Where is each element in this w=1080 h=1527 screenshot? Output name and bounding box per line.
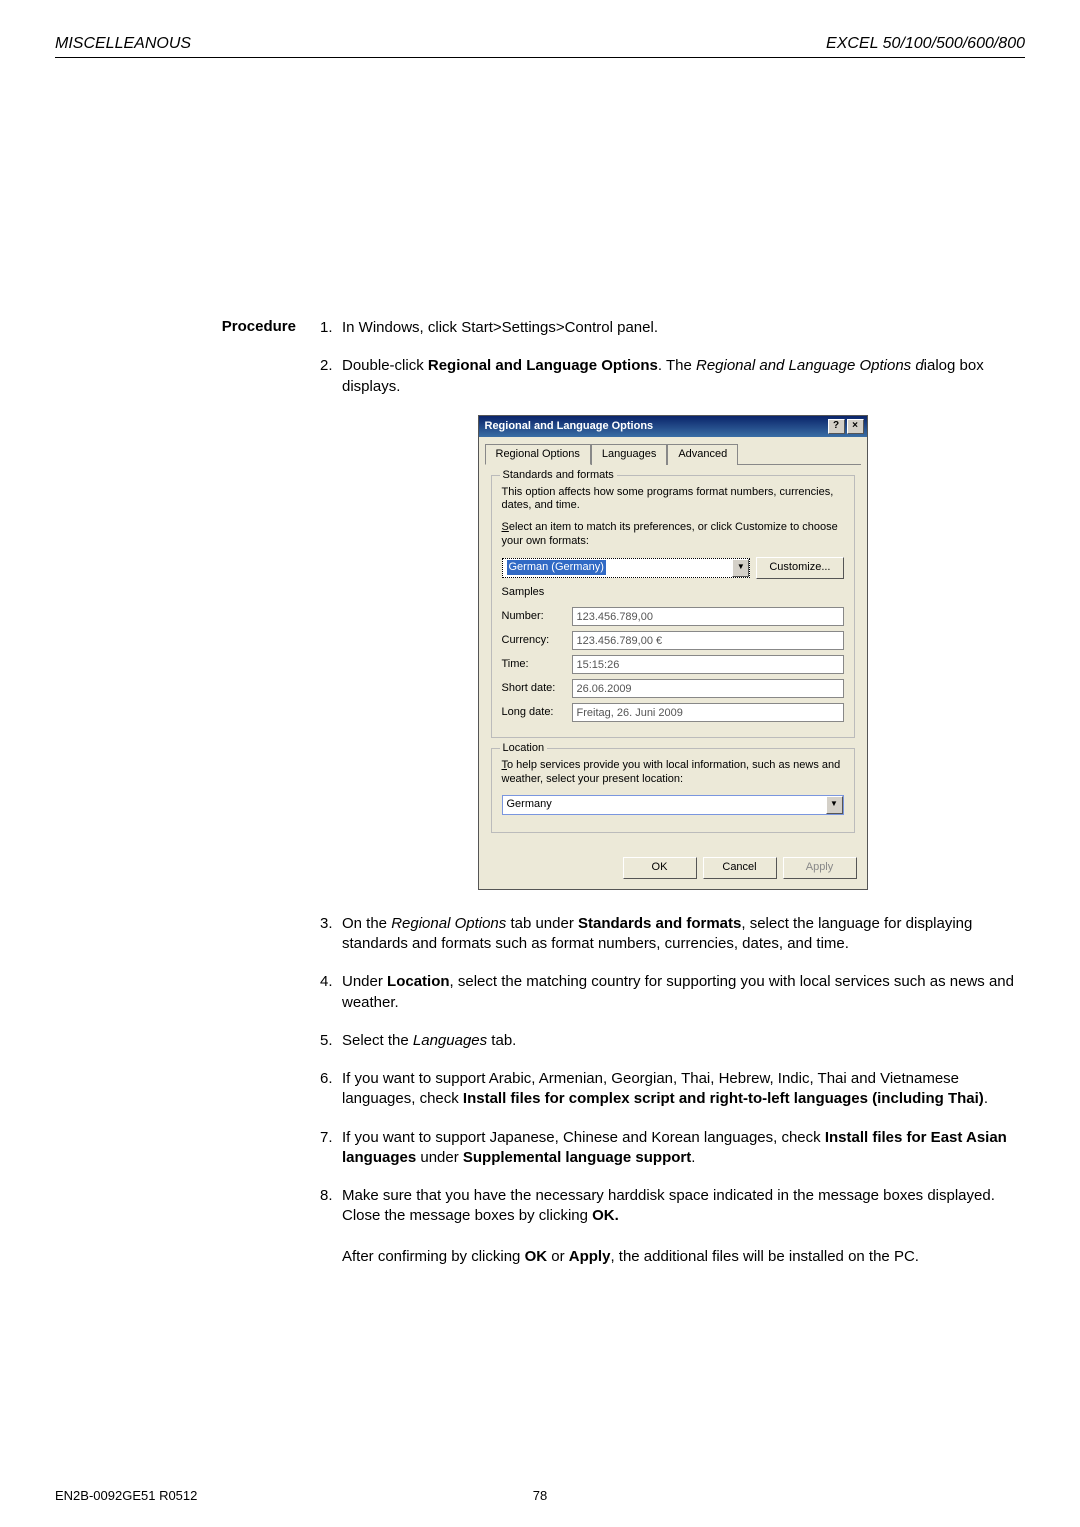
step-5-text: Select the Languages tab. bbox=[342, 1031, 1025, 1051]
tab-languages[interactable]: Languages bbox=[591, 444, 667, 465]
location-text: To help services provide you with local … bbox=[502, 759, 844, 787]
tab-advanced[interactable]: Advanced bbox=[667, 444, 738, 465]
tab-strip: Regional Options Languages Advanced bbox=[485, 443, 861, 465]
sample-shortdate: Short date: 26.06.2009 bbox=[502, 679, 844, 698]
samples-section: Number: 123.456.789,00 Currency: 123.456… bbox=[502, 607, 844, 722]
step-7: 7. If you want to support Japanese, Chin… bbox=[320, 1128, 1025, 1169]
regional-options-dialog: Regional and Language Options ? × Region… bbox=[478, 415, 868, 890]
samples-label: Samples bbox=[502, 586, 844, 600]
step-1-text: In Windows, click Start>Settings>Control… bbox=[342, 318, 1025, 338]
step-7-text: If you want to support Japanese, Chinese… bbox=[342, 1128, 1025, 1169]
dialog-title: Regional and Language Options bbox=[485, 419, 654, 434]
header-left: MISCELLEANOUS bbox=[55, 35, 191, 53]
sample-currency: Currency: 123.456.789,00 € bbox=[502, 631, 844, 650]
step-5: 5. Select the Languages tab. bbox=[320, 1031, 1025, 1051]
cancel-button[interactable]: Cancel bbox=[703, 857, 777, 879]
standards-formats-text2: Select an item to match its preferences,… bbox=[502, 521, 844, 549]
location-legend: Location bbox=[500, 741, 548, 756]
standards-formats-group: Standards and formats This option affect… bbox=[491, 475, 855, 739]
step-2: 2. Double-click Regional and Language Op… bbox=[320, 356, 1025, 397]
apply-button[interactable]: Apply bbox=[783, 857, 857, 879]
location-select[interactable]: Germany ▼ bbox=[502, 795, 844, 815]
ok-button[interactable]: OK bbox=[623, 857, 697, 879]
chevron-down-icon[interactable]: ▼ bbox=[732, 559, 749, 577]
step-2-text: Double-click Regional and Language Optio… bbox=[342, 356, 1025, 397]
step-3-text: On the Regional Options tab under Standa… bbox=[342, 914, 1025, 955]
chevron-down-icon[interactable]: ▼ bbox=[826, 796, 843, 814]
help-button[interactable]: ? bbox=[828, 419, 845, 434]
tab-regional-options[interactable]: Regional Options bbox=[485, 444, 591, 465]
footer-pagenum: 78 bbox=[533, 1488, 547, 1503]
format-select-value: German (Germany) bbox=[507, 560, 606, 575]
sample-time: Time: 15:15:26 bbox=[502, 655, 844, 674]
step-4: 4. Under Location, select the matching c… bbox=[320, 972, 1025, 1013]
format-select[interactable]: German (Germany) ▼ bbox=[502, 558, 751, 578]
step-4-text: Under Location, select the matching coun… bbox=[342, 972, 1025, 1013]
sample-longdate: Long date: Freitag, 26. Juni 2009 bbox=[502, 703, 844, 722]
step-6: 6. If you want to support Arabic, Armeni… bbox=[320, 1069, 1025, 1110]
step-8-text: Make sure that you have the necessary ha… bbox=[342, 1186, 1025, 1267]
step-8: 8. Make sure that you have the necessary… bbox=[320, 1186, 1025, 1267]
header-right: EXCEL 50/100/500/600/800 bbox=[826, 35, 1025, 53]
close-button[interactable]: × bbox=[847, 419, 864, 434]
customize-button[interactable]: Customize... bbox=[756, 557, 843, 579]
dialog-button-row: OK Cancel Apply bbox=[479, 849, 867, 889]
location-group: Location To help services provide you wi… bbox=[491, 748, 855, 833]
standards-formats-legend: Standards and formats bbox=[500, 468, 617, 483]
procedure-heading: Procedure bbox=[222, 318, 296, 335]
step-1: 1. In Windows, click Start>Settings>Cont… bbox=[320, 318, 1025, 338]
sample-number: Number: 123.456.789,00 bbox=[502, 607, 844, 626]
step-6-text: If you want to support Arabic, Armenian,… bbox=[342, 1069, 1025, 1110]
step-3: 3. On the Regional Options tab under Sta… bbox=[320, 914, 1025, 955]
dialog-titlebar[interactable]: Regional and Language Options ? × bbox=[479, 416, 867, 437]
location-select-value: Germany bbox=[507, 797, 552, 812]
standards-formats-text1: This option affects how some programs fo… bbox=[502, 486, 844, 514]
